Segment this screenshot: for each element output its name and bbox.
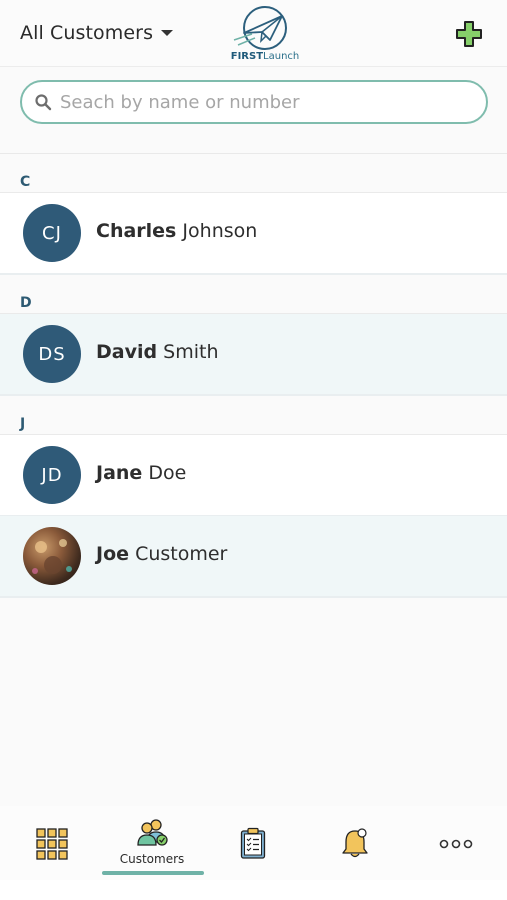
section-letter: C [20,174,31,190]
tab-label: Customers [119,852,185,866]
caret-down-icon [161,30,174,36]
bottom-safe-area [0,880,507,900]
more-icon [439,839,473,849]
avatar: JD [23,446,81,504]
section-letter: D [20,295,32,311]
customer-name: Joe Customer [96,543,228,565]
tab-customers[interactable]: Customers [102,806,202,880]
logo-text: FIRSTLaunch [230,51,300,62]
app-logo: FIRSTLaunch [230,6,300,64]
customer-name: Jane Doe [96,462,187,484]
customer-name: Charles Johnson [96,220,258,242]
avatar-photo [23,527,81,585]
customer-filter-dropdown[interactable]: All Customers [20,20,174,46]
section-header-j: J [0,396,507,435]
grid-icon [36,828,68,860]
tab-tasks[interactable] [202,806,302,880]
search-input[interactable] [58,90,462,114]
section-letter: J [20,416,26,432]
search-icon [35,94,52,111]
customer-photo-icon [32,539,72,574]
customer-row[interactable]: DS David Smith [0,314,507,396]
add-customer-button[interactable] [455,20,483,48]
customer-row[interactable]: Joe Customer [0,516,507,598]
clipboard-icon [240,827,266,859]
customers-icon [137,819,168,846]
search-area [0,67,507,154]
filter-label: All Customers [20,22,154,44]
active-tab-indicator [102,871,204,875]
avatar: DS [23,325,81,383]
plus-icon [456,21,482,47]
tab-more[interactable] [405,806,505,880]
avatar: CJ [23,204,81,262]
section-header-c: C [0,154,507,193]
paper-plane-logo-icon [233,6,287,50]
bottom-tab-bar: Customers [0,806,507,880]
search-box[interactable] [20,80,488,124]
customer-name: David Smith [96,341,219,363]
bell-icon [342,828,368,858]
app-header: All Customers FIRSTLaunch [0,0,507,67]
customer-row[interactable]: CJ Charles Johnson [0,193,507,275]
tab-dashboard[interactable] [2,806,102,880]
section-header-d: D [0,275,507,314]
tab-notifications[interactable] [303,806,403,880]
customer-row[interactable]: JD Jane Doe [0,435,507,517]
